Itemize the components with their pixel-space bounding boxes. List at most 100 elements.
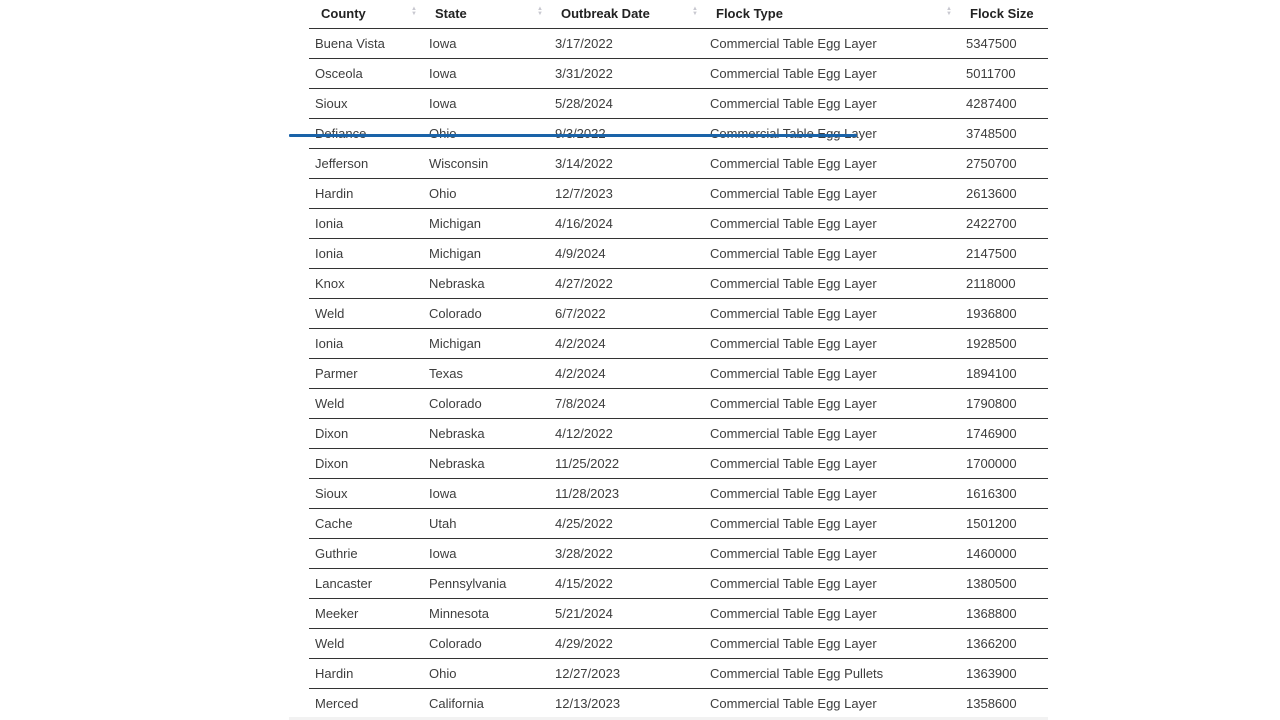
cell-flock-size: 5347500 (958, 28, 1048, 59)
cell-flock-type: Commercial Table Egg Layer (704, 58, 958, 89)
cell-county: Guthrie (309, 538, 423, 569)
cell-county: Meeker (309, 598, 423, 629)
cell-flock-type: Commercial Table Egg Layer (704, 88, 958, 119)
table-row: Knox Nebraska 4/27/2022 Commercial Table Eg… (309, 268, 1048, 299)
table-body: Buena Vista Iowa 3/17/2022 Commercial Table… (309, 28, 1048, 719)
cell-county: Hardin (309, 658, 423, 689)
column-header-label: State (435, 6, 467, 22)
sort-arrows-icon[interactable]: ▲ ▼ (411, 6, 417, 17)
cell-outbreak-date: 4/29/2022 (549, 628, 704, 659)
cell-flock-size: 1366200 (958, 628, 1048, 659)
cell-state: Nebraska (423, 418, 549, 449)
cell-county: Sioux (309, 88, 423, 119)
cell-state: Utah (423, 508, 549, 539)
cell-flock-type: Commercial Table Egg Layer (704, 298, 958, 329)
cell-state: Nebraska (423, 268, 549, 299)
cell-county: Weld (309, 298, 423, 329)
cell-flock-size: 3748500 (958, 118, 1048, 149)
cell-outbreak-date: 11/25/2022 (549, 448, 704, 479)
cell-flock-size: 2147500 (958, 238, 1048, 269)
column-header-label: Flock Size (970, 6, 1034, 22)
table-row: Dixon Nebraska 11/25/2022 Commercial Table … (309, 448, 1048, 479)
cell-outbreak-date: 3/28/2022 (549, 538, 704, 569)
cell-flock-size: 1460000 (958, 538, 1048, 569)
cell-flock-size: 1363900 (958, 658, 1048, 689)
cell-flock-size: 5011700 (958, 58, 1048, 89)
cell-state: Iowa (423, 88, 549, 119)
cell-county: Buena Vista (309, 28, 423, 59)
cell-flock-type: Commercial Table Egg Layer (704, 28, 958, 59)
column-header-flock-type[interactable]: Flock Type ▲ ▼ (704, 0, 958, 29)
cell-county: Merced (309, 688, 423, 719)
cell-flock-type: Commercial Table Egg Layer (704, 358, 958, 389)
cell-outbreak-date: 3/17/2022 (549, 28, 704, 59)
sort-arrows-icon[interactable]: ▲ ▼ (692, 6, 698, 17)
cell-outbreak-date: 4/9/2024 (549, 238, 704, 269)
cell-outbreak-date: 11/28/2023 (549, 478, 704, 509)
cell-state: Iowa (423, 28, 549, 59)
cell-county: Ionia (309, 208, 423, 239)
column-header-flock-size[interactable]: Flock Size (958, 0, 1048, 29)
cell-county: Jefferson (309, 148, 423, 179)
cell-flock-size: 4287400 (958, 88, 1048, 119)
cell-flock-size: 1894100 (958, 358, 1048, 389)
cell-flock-size: 1616300 (958, 478, 1048, 509)
cell-flock-size: 1368800 (958, 598, 1048, 629)
sort-arrows-icon[interactable]: ▲ ▼ (537, 6, 543, 17)
cell-state: Minnesota (423, 598, 549, 629)
table-row: Parmer Texas 4/2/2024 Commercial Table Egg … (309, 358, 1048, 389)
cell-flock-size: 2118000 (958, 268, 1048, 299)
cell-county: Hardin (309, 178, 423, 209)
cell-flock-type: Commercial Table Egg Layer (704, 628, 958, 659)
sort-arrows-icon[interactable]: ▲ ▼ (946, 6, 952, 17)
cell-state: Colorado (423, 388, 549, 419)
column-header-label: Flock Type (716, 6, 783, 22)
cell-state: Michigan (423, 328, 549, 359)
page: County ▲ ▼ State ▲ ▼ Outbreak Date ▲ ▼ Floc… (0, 0, 1280, 720)
table-row: Weld Colorado 7/8/2024 Commercial Table Egg… (309, 388, 1048, 419)
cell-flock-type: Commercial Table Egg Layer (704, 538, 958, 569)
cell-flock-size: 1501200 (958, 508, 1048, 539)
outbreak-table: County ▲ ▼ State ▲ ▼ Outbreak Date ▲ ▼ Floc… (309, 0, 1048, 719)
cell-outbreak-date: 12/7/2023 (549, 178, 704, 209)
cell-county: Parmer (309, 358, 423, 389)
column-header-state[interactable]: State ▲ ▼ (423, 0, 549, 29)
cell-county: Defiance (309, 118, 423, 149)
cell-state: Michigan (423, 208, 549, 239)
table-row: Meeker Minnesota 5/21/2024 Commercial Table… (309, 598, 1048, 629)
table-row: Osceola Iowa 3/31/2022 Commercial Table Egg… (309, 58, 1048, 89)
cell-state: Colorado (423, 298, 549, 329)
cell-flock-type: Commercial Table Egg Layer (704, 598, 958, 629)
column-header-county[interactable]: County ▲ ▼ (309, 0, 423, 29)
table-row: Hardin Ohio 12/27/2023 Commercial Table Egg… (309, 658, 1048, 689)
cell-state: Iowa (423, 478, 549, 509)
column-header-outbreak-date[interactable]: Outbreak Date ▲ ▼ (549, 0, 704, 29)
table-row: Ionia Michigan 4/9/2024 Commercial Table Eg… (309, 238, 1048, 269)
cell-outbreak-date: 5/21/2024 (549, 598, 704, 629)
cell-outbreak-date: 12/27/2023 (549, 658, 704, 689)
table-row: Cache Utah 4/25/2022 Commercial Table Egg L… (309, 508, 1048, 539)
table-row: Weld Colorado 4/29/2022 Commercial Table Eg… (309, 628, 1048, 659)
cell-county: Knox (309, 268, 423, 299)
cell-county: Osceola (309, 58, 423, 89)
table-row: Weld Colorado 6/7/2022 Commercial Table Egg… (309, 298, 1048, 329)
table-row: Ionia Michigan 4/16/2024 Commercial Table E… (309, 208, 1048, 239)
table-row: Defiance Ohio 9/3/2022 Commercial Table Egg… (309, 118, 1048, 149)
table-row: Buena Vista Iowa 3/17/2022 Commercial Table… (309, 28, 1048, 59)
cell-outbreak-date: 5/28/2024 (549, 88, 704, 119)
outbreak-table-container: County ▲ ▼ State ▲ ▼ Outbreak Date ▲ ▼ Floc… (309, 0, 1048, 719)
cell-flock-type: Commercial Table Egg Layer (704, 238, 958, 269)
table-row: Lancaster Pennsylvania 4/15/2022 Commercial… (309, 568, 1048, 599)
cell-state: Ohio (423, 118, 549, 149)
table-row: Sioux Iowa 5/28/2024 Commercial Table Egg L… (309, 88, 1048, 119)
cell-flock-type: Commercial Table Egg Layer (704, 418, 958, 449)
cell-flock-size: 1928500 (958, 328, 1048, 359)
cell-state: Wisconsin (423, 148, 549, 179)
cell-county: Dixon (309, 418, 423, 449)
cell-outbreak-date: 4/2/2024 (549, 358, 704, 389)
table-row: Jefferson Wisconsin 3/14/2022 Commercial Ta… (309, 148, 1048, 179)
cell-outbreak-date: 4/2/2024 (549, 328, 704, 359)
cell-flock-type: Commercial Table Egg Layer (704, 328, 958, 359)
table-row: Ionia Michigan 4/2/2024 Commercial Table Eg… (309, 328, 1048, 359)
cell-flock-type: Commercial Table Egg Layer (704, 388, 958, 419)
